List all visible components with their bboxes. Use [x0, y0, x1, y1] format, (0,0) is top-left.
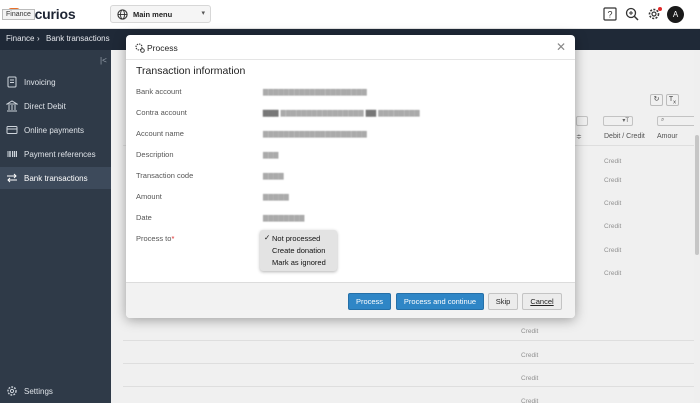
skip-button[interactable]: Skip [488, 293, 518, 310]
collapse-sidebar-icon[interactable]: |< [100, 56, 107, 65]
invoice-icon [7, 76, 17, 88]
field-value-redacted: ▇▇▇▇▇ [263, 194, 289, 201]
field-value-redacted: ▇▇▇ [263, 152, 279, 159]
field-label-process-to: Process to* [136, 234, 174, 243]
field-label-bank-account: Bank account [136, 87, 182, 96]
dialog-footer: Process Process and continue Skip Cancel [126, 282, 575, 318]
field-label-amount: Amount [136, 192, 162, 201]
field-value-redacted: ▇▇▇▇▇▇▇▇ [263, 215, 305, 222]
field-value-redacted: ▇▇▇ ▇▇▇▇▇▇▇▇▇▇▇▇▇▇▇▇ ▇▇ ▇▇▇▇▇▇▇▇ [263, 110, 420, 117]
chevron-down-icon: ▾ [201, 10, 205, 17]
process-to-label: Process to [136, 234, 172, 243]
sidebar-item-label: Online payments [24, 126, 85, 135]
svg-text:?: ? [607, 10, 612, 20]
field-label-date: Date [136, 213, 152, 222]
sidebar-item-payment-references[interactable]: Payment references [0, 143, 111, 165]
cancel-button[interactable]: Cancel [522, 293, 562, 310]
option-not-processed[interactable]: ✓ Not processed [260, 232, 337, 244]
process-and-continue-button[interactable]: Process and continue [396, 293, 484, 310]
checkmark-icon: ✓ [264, 233, 271, 242]
card-icon [6, 126, 18, 134]
sidebar-item-online-payments[interactable]: Online payments [0, 119, 111, 141]
option-label: Mark as ignored [272, 258, 326, 267]
field-label-contra-account: Contra account [136, 108, 187, 117]
transfer-icon [7, 173, 17, 183]
section-title: Transaction information [136, 65, 246, 77]
sidebar-item-label: Direct Debit [24, 102, 66, 111]
option-mark-as-ignored[interactable]: Mark as ignored [260, 256, 337, 268]
scrollbar-thumb[interactable] [695, 135, 699, 255]
sidebar-item-label: Invoicing [24, 78, 56, 87]
field-value-redacted: ▇▇▇▇▇▇▇▇▇▇▇▇▇▇▇▇▇▇▇▇ [263, 131, 367, 138]
process-button[interactable]: Process [348, 293, 391, 310]
process-dialog: Process ✕ Transaction information Bank a… [126, 35, 575, 318]
sidebar-item-bank-transactions[interactable]: Bank transactions [0, 167, 111, 189]
process-to-dropdown[interactable]: ✓ Not processed Create donation Mark as … [260, 230, 337, 271]
sidebar-item-invoicing[interactable]: Invoicing [0, 71, 111, 93]
field-label-description: Description [136, 150, 174, 159]
sidebar-item-settings[interactable]: Settings [0, 380, 111, 402]
process-gear-icon [135, 43, 145, 53]
breadcrumb-root[interactable]: Finance [6, 34, 34, 43]
notification-dot [658, 7, 662, 11]
zoom-search-icon[interactable] [625, 7, 639, 21]
sidebar-item-label: Payment references [24, 150, 96, 159]
barcode-icon [7, 151, 17, 157]
sidebar-item-label: Settings [24, 387, 53, 396]
field-value-redacted: ▇▇▇▇▇▇▇▇▇▇▇▇▇▇▇▇▇▇▇▇ [263, 89, 367, 96]
main-menu-label: Main menu [133, 10, 173, 19]
dialog-title: Process [147, 43, 178, 53]
sidebar-item-direct-debit[interactable]: Direct Debit [0, 95, 111, 117]
required-mark: * [171, 234, 175, 243]
dialog-header: Process ✕ [126, 35, 575, 60]
main-menu-select[interactable]: Main menu ▾ [110, 5, 211, 23]
tooltip: Finance [2, 9, 35, 20]
help-icon[interactable]: ? [603, 7, 617, 21]
top-bar: rocurios Finance Main menu ▾ ? A [0, 0, 700, 29]
bank-icon [6, 100, 18, 112]
field-label-account-name: Account name [136, 129, 184, 138]
close-icon[interactable]: ✕ [556, 40, 566, 54]
avatar[interactable]: A [667, 6, 684, 23]
settings-gear-icon [7, 386, 17, 396]
option-label: Create donation [272, 246, 326, 255]
breadcrumb-current: Bank transactions [46, 34, 110, 43]
field-value-redacted: ▇▇▇▇ [263, 173, 284, 180]
page-scrollbar[interactable] [694, 50, 700, 403]
sidebar: |< Invoicing Direct Debit Online payment… [0, 50, 111, 403]
option-create-donation[interactable]: Create donation [260, 244, 337, 256]
option-label: Not processed [272, 234, 321, 243]
field-label-transaction-code: Transaction code [136, 171, 194, 180]
globe-icon [117, 9, 128, 20]
sidebar-item-label: Bank transactions [24, 174, 88, 183]
breadcrumb-separator: › [37, 34, 40, 43]
